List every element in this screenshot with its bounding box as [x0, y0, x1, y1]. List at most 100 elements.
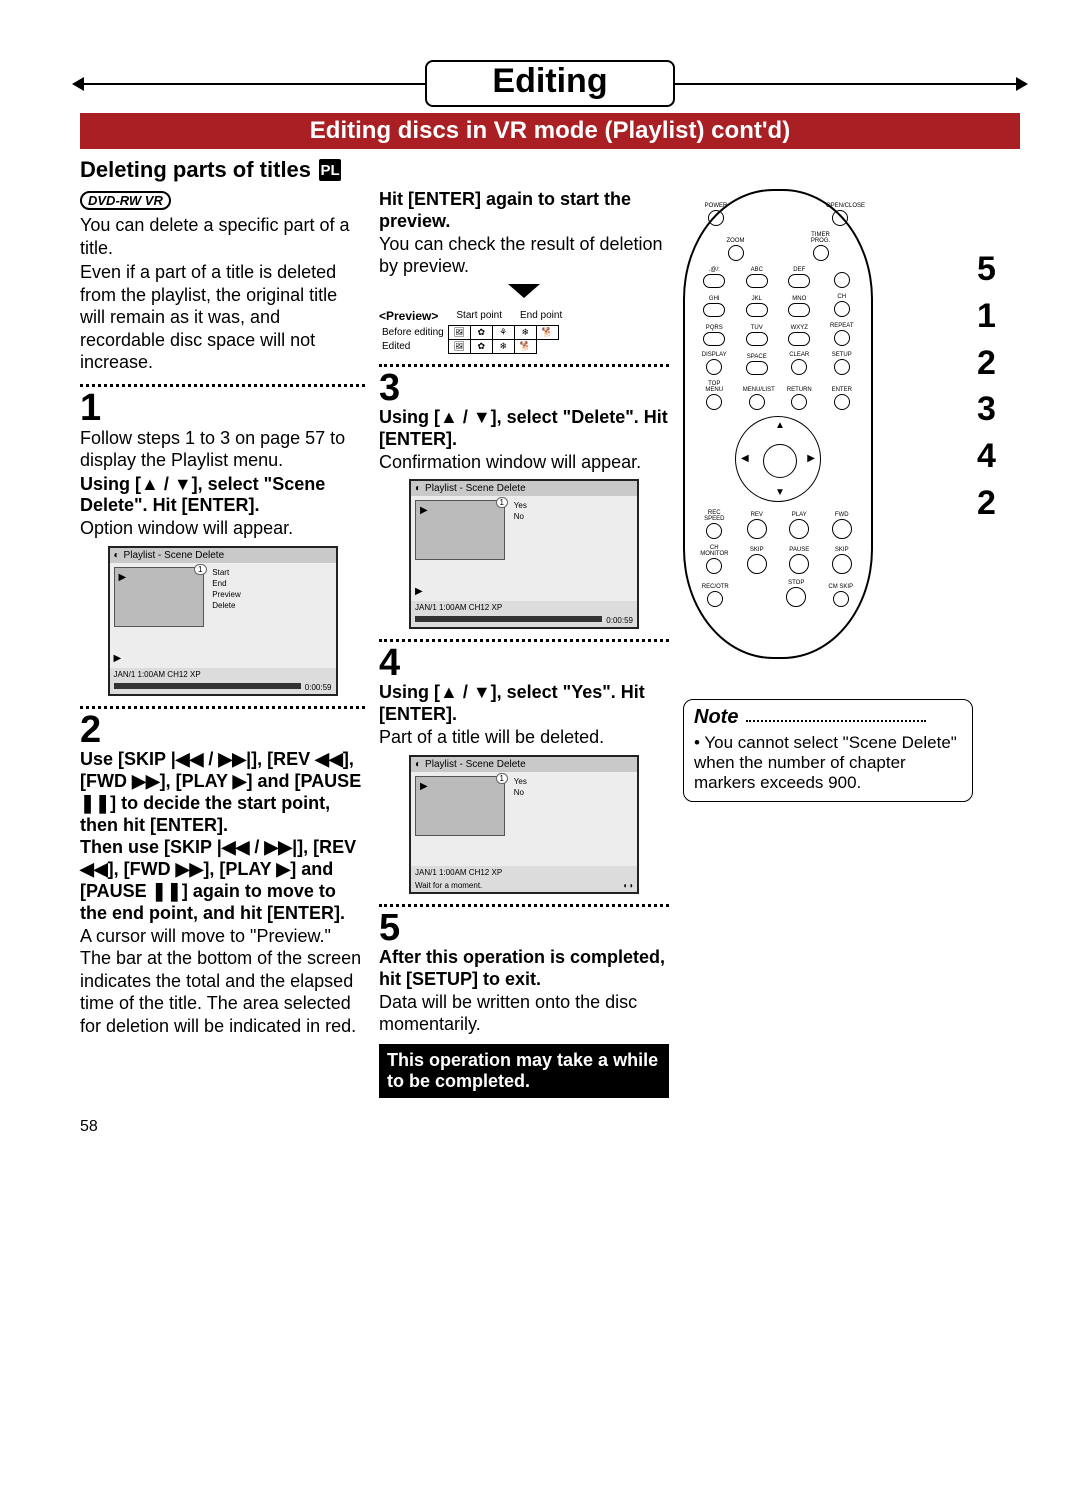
chapter-title: Editing: [471, 62, 629, 101]
osd-title-text: Playlist - Scene Delete: [124, 550, 225, 561]
thumb-index: 1: [194, 564, 206, 575]
btn-label: PQRS: [700, 325, 728, 331]
btn-label: .@/:: [700, 267, 728, 273]
repeat-button: [834, 330, 850, 346]
osd-status: JAN/1 1:00AM CH12 XP: [114, 670, 201, 679]
callout-num: 3: [977, 389, 996, 430]
step-number-2: 2: [80, 711, 365, 749]
divider: [80, 706, 365, 709]
power-button: [708, 210, 724, 226]
skip-prev-button: [747, 554, 767, 574]
num-1-button: [703, 274, 725, 288]
fwd-button: [832, 519, 852, 539]
step2-result: A cursor will move to "Preview." The bar…: [80, 925, 365, 1038]
column-left: DVD-RW VR You can delete a specific part…: [80, 189, 365, 1098]
num-8-button: [746, 332, 768, 346]
callout-numbers: 5 1 2 3 4 2: [977, 249, 996, 524]
btn-label: REV: [743, 512, 771, 518]
num-7-button: [703, 332, 725, 346]
recotr-button: [707, 591, 723, 607]
warning-box: This operation may take a while to be co…: [379, 1044, 669, 1098]
section-banner: Editing discs in VR mode (Playlist) cont…: [80, 113, 1020, 149]
chapter-title-box: Editing: [425, 60, 675, 107]
play-button: [789, 519, 809, 539]
skip-next-button: [832, 554, 852, 574]
btn-label: TIMER PROG.: [807, 232, 835, 244]
btn-label: SKIP: [743, 547, 771, 553]
rev-button: [747, 519, 767, 539]
osd-option: End: [212, 578, 240, 589]
osd-time: 0:00:59: [606, 616, 633, 625]
chmonitor-button: [706, 558, 722, 574]
disc-busy-icon: ◐◑: [623, 881, 633, 890]
onscreen-menu-1: ◐ Playlist - Scene Delete 1 Start End Pr…: [108, 546, 338, 696]
step5-instruction: After this operation is completed, hit […: [379, 947, 669, 991]
callout-num: 1: [977, 296, 996, 337]
note-title: Note: [694, 706, 742, 729]
end-point-label: End point: [520, 310, 562, 321]
divider: [379, 904, 669, 907]
btn-label: SPACE: [743, 354, 771, 360]
clear-button: [791, 359, 807, 375]
intro-paragraph-1: You can delete a specific part of a titl…: [80, 214, 365, 259]
chapter-header: Editing: [80, 60, 1020, 107]
osd-option: Start: [212, 567, 240, 578]
ch-down-button: [834, 301, 850, 317]
btn-label: SETUP: [828, 352, 856, 358]
preview-heading: Hit [ENTER] again to start the preview.: [379, 189, 669, 233]
callout-num: 5: [977, 249, 996, 290]
num-2-button: [746, 274, 768, 288]
step3-result: Confirmation window will appear.: [379, 451, 669, 474]
rule-right: [675, 83, 1020, 85]
onscreen-menu-4: ◐ Playlist - Scene Delete 1 Yes No JAN/1…: [409, 755, 639, 894]
cmskip-button: [833, 591, 849, 607]
step4-result: Part of a title will be deleted.: [379, 726, 669, 749]
btn-label: SKIP: [828, 547, 856, 553]
callout-num: 2: [977, 343, 996, 384]
osd-option-list: Start End Preview Delete: [212, 567, 240, 611]
divider: [379, 639, 669, 642]
btn-label: TUV: [743, 325, 771, 331]
step-number-4: 4: [379, 644, 669, 682]
btn-label: GHI: [700, 296, 728, 302]
step-number-3: 3: [379, 369, 669, 407]
preview-label: <Preview>: [379, 309, 438, 323]
btn-label: POWER: [702, 203, 730, 209]
disc-icon: ◐: [415, 759, 421, 770]
btn-label: DEF: [785, 267, 813, 273]
arrow-left-icon: ◀: [741, 453, 749, 464]
osd-option: No: [514, 511, 527, 522]
nav-ring: ▲ ▼ ◀ ▶: [735, 416, 821, 502]
row-label-edited: Edited: [379, 339, 448, 353]
osd-thumbnail: 1: [415, 776, 505, 836]
row-label-before: Before editing: [379, 325, 448, 339]
osd-option: Yes: [514, 776, 527, 787]
num-3-button: [788, 274, 810, 288]
btn-label: RETURN: [785, 387, 813, 393]
rule-left: [80, 83, 425, 85]
osd-wait-message: Wait for a moment.: [415, 881, 482, 890]
recspeed-button: [706, 523, 722, 539]
step1-line1: Follow steps 1 to 3 on page 57 to displa…: [80, 427, 365, 472]
timer-prog-button: [813, 245, 829, 261]
step-number-5: 5: [379, 909, 669, 947]
btn-label: CLEAR: [785, 352, 813, 358]
start-point-label: Start point: [456, 310, 502, 321]
step5-result: Data will be written onto the disc momen…: [379, 991, 669, 1036]
btn-label: ABC: [743, 267, 771, 273]
thumb-index: 1: [496, 773, 508, 784]
step-number-1: 1: [80, 389, 365, 427]
subsection-heading: Deleting parts of titles PL: [80, 157, 1020, 183]
btn-label: CM SKIP: [827, 584, 855, 590]
display-button: [706, 359, 722, 375]
num-6-button: [788, 303, 810, 317]
divider: [80, 384, 365, 387]
osd-option: Delete: [212, 600, 240, 611]
callout-num: 4: [977, 436, 996, 477]
btn-label: JKL: [743, 296, 771, 302]
divider: [379, 364, 669, 367]
btn-label: MNO: [785, 296, 813, 302]
osd-option-list: Yes No: [514, 500, 527, 522]
num-5-button: [746, 303, 768, 317]
thumb-index: 1: [496, 497, 508, 508]
